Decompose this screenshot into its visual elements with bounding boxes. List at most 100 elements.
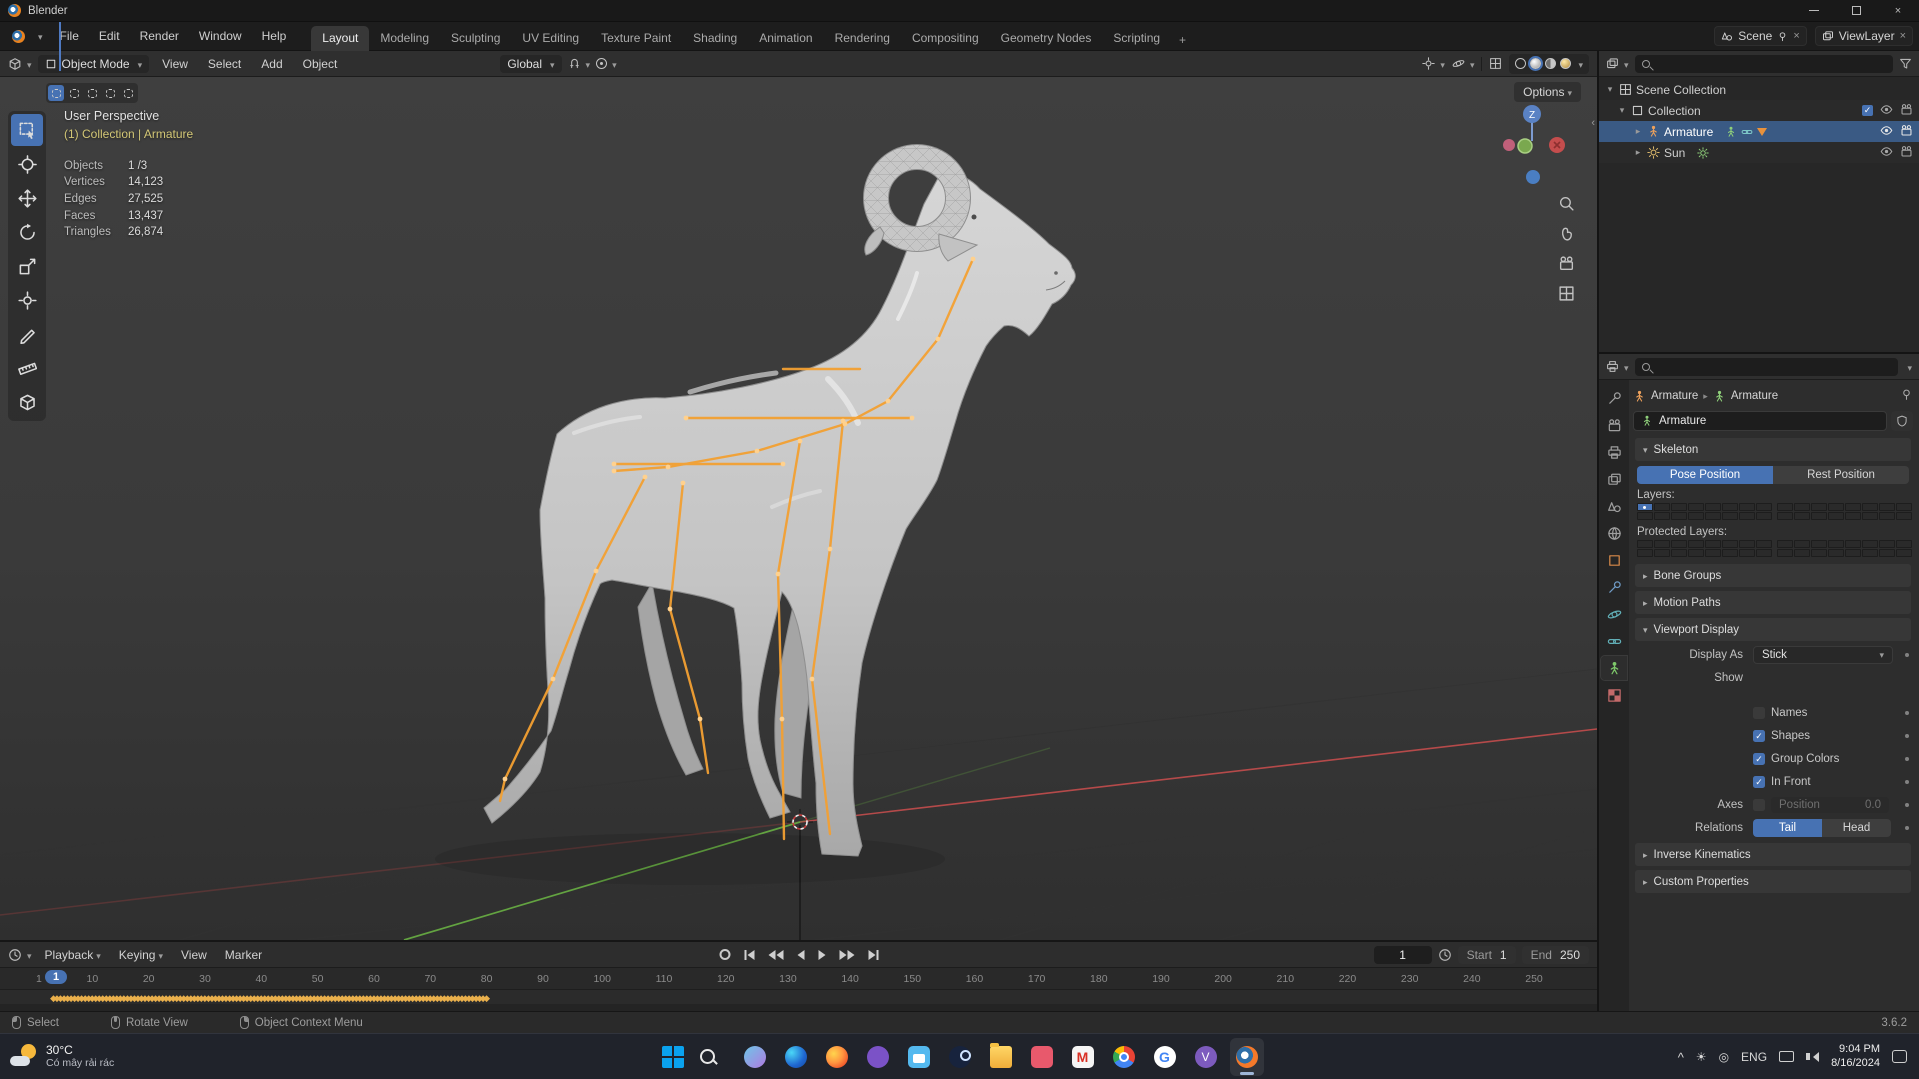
viber-button[interactable]: V <box>1189 1038 1223 1076</box>
timeline-track[interactable]: ◆◆◆◆◆◆◆◆◆◆◆◆◆◆◆◆◆◆◆◆◆◆◆◆◆◆◆◆◆◆◆◆◆◆◆◆◆◆◆◆… <box>0 990 1597 1011</box>
weather-widget[interactable]: 30°C Có mây rải rác <box>0 1043 230 1070</box>
tab-render[interactable] <box>1601 413 1627 437</box>
use-preview-range-icon[interactable] <box>1438 948 1452 962</box>
timeline-editor-type-button[interactable] <box>8 948 32 962</box>
outliner-editor-type-button[interactable] <box>1606 57 1629 71</box>
maximize-button[interactable] <box>1835 0 1877 21</box>
disable-in-render-icon[interactable] <box>1900 124 1913 140</box>
mail-button[interactable] <box>1025 1038 1059 1076</box>
tab-view-layer[interactable] <box>1601 467 1627 491</box>
pan-hand-icon[interactable] <box>1558 225 1575 242</box>
current-frame-field[interactable]: 1 <box>1373 945 1432 964</box>
select-mode-new[interactable] <box>48 85 64 101</box>
hide-in-viewport-icon[interactable] <box>1880 145 1893 161</box>
tool-move[interactable] <box>11 182 43 214</box>
camera-view-icon[interactable] <box>1558 255 1575 272</box>
hidden-icons-button[interactable]: ^ <box>1678 1050 1684 1065</box>
steam-button[interactable] <box>943 1038 977 1076</box>
hide-in-viewport-icon[interactable] <box>1880 124 1893 140</box>
tab-output[interactable] <box>1601 440 1627 464</box>
orbit-ball[interactable] <box>1526 170 1540 184</box>
workspace-tab[interactable]: Texture Paint <box>590 26 682 51</box>
outliner-row-armature[interactable]: ▸ Armature <box>1599 121 1919 142</box>
pin-id-button[interactable] <box>1900 388 1913 404</box>
store-button[interactable] <box>902 1038 936 1076</box>
disable-in-render-icon[interactable] <box>1900 145 1913 161</box>
rendered-shading-button[interactable] <box>1560 58 1572 69</box>
expand-icon[interactable]: ▸ <box>1633 126 1643 137</box>
tab-physics[interactable] <box>1601 602 1627 626</box>
language-indicator[interactable]: ENG <box>1741 1050 1767 1064</box>
file-explorer-button[interactable] <box>984 1038 1018 1076</box>
y-axis-ball[interactable] <box>1517 138 1533 154</box>
pose-position-button[interactable]: Pose Position <box>1637 465 1773 484</box>
wireframe-shading-button[interactable] <box>1515 58 1527 69</box>
breadcrumb-object[interactable]: Armature <box>1651 390 1698 402</box>
chrome-button[interactable] <box>1107 1038 1141 1076</box>
options-button[interactable]: Options <box>1514 82 1581 102</box>
tab-scene[interactable] <box>1601 494 1627 518</box>
tool-cursor[interactable] <box>11 148 43 180</box>
pin-icon[interactable] <box>1777 31 1788 42</box>
menubar-menu[interactable]: Edit <box>90 26 129 46</box>
solid-shading-button[interactable] <box>1528 56 1544 71</box>
notification-center-button[interactable] <box>1892 1050 1907 1063</box>
outliner-row-scene-collection[interactable]: ▾ Scene Collection <box>1599 79 1919 100</box>
expand-icon[interactable]: ▾ <box>1605 84 1615 95</box>
timeline-view-menu[interactable]: View <box>174 945 214 965</box>
proportional-edit-toggle[interactable] <box>596 57 617 71</box>
fake-user-button[interactable] <box>1891 411 1913 431</box>
collapsed-section[interactable]: Bone Groups <box>1635 564 1911 587</box>
workspace-tab[interactable]: Layout <box>311 25 370 51</box>
unlink-scene-icon[interactable]: × <box>1793 30 1799 42</box>
timeline-ruler[interactable]: 1 10 20 30 40 50 60 70 80 90 100 110 120 130 140 150 160… <box>0 968 1597 990</box>
armature-layers-grid[interactable] <box>1633 502 1913 523</box>
tab-tool[interactable] <box>1601 386 1627 410</box>
filter-button[interactable] <box>1899 57 1912 70</box>
transform-orientation-selector[interactable]: Global <box>500 54 562 73</box>
outliner-search-input[interactable] <box>1634 54 1893 73</box>
scene-selector[interactable]: Scene × <box>1714 26 1807 46</box>
snap-toggle[interactable] <box>568 57 591 71</box>
animate-dot[interactable] <box>1905 756 1909 761</box>
workspace-tab[interactable]: Scripting <box>1102 26 1171 51</box>
tail-button[interactable]: Tail <box>1753 818 1822 837</box>
search-button[interactable] <box>697 1038 731 1076</box>
properties-options-button[interactable] <box>1904 360 1912 374</box>
view-menu[interactable]: View <box>155 54 195 74</box>
blender-taskbar-button[interactable] <box>1229 1037 1264 1076</box>
breadcrumb-data[interactable]: Armature <box>1731 390 1778 402</box>
previous-keyframe-button[interactable] <box>766 948 785 962</box>
firefox-button[interactable] <box>820 1038 854 1076</box>
tab-modifiers[interactable] <box>1601 575 1627 599</box>
workspace-tab[interactable]: Shading <box>682 26 748 51</box>
tool-scale[interactable] <box>11 250 43 282</box>
animate-dot[interactable] <box>1905 652 1909 657</box>
tool-measure[interactable] <box>11 352 43 384</box>
next-keyframe-button[interactable] <box>837 948 856 962</box>
animate-dot[interactable] <box>1905 779 1909 784</box>
properties-editor-type-button[interactable] <box>1606 360 1629 374</box>
show-gizmo-toggle[interactable] <box>1422 57 1445 71</box>
workspace-tab[interactable]: Modeling <box>369 26 440 51</box>
disable-in-render-icon[interactable] <box>1900 103 1913 119</box>
axes-checkbox[interactable] <box>1753 798 1765 811</box>
tray-icon-1[interactable]: ☀ <box>1696 1050 1707 1064</box>
x-axis-ball[interactable] <box>1503 139 1515 151</box>
playback-menu[interactable]: Playback <box>38 945 108 965</box>
display-as-dropdown[interactable]: Stick <box>1753 645 1893 664</box>
tab-constraints[interactable] <box>1601 629 1627 653</box>
editor-type-button[interactable] <box>8 57 32 71</box>
protected-layers-grid[interactable] <box>1633 539 1913 560</box>
select-mode-invert[interactable] <box>102 85 118 101</box>
hide-in-viewport-icon[interactable] <box>1880 103 1893 119</box>
volume-icon[interactable] <box>1806 1051 1820 1062</box>
auto-keying-toggle[interactable] <box>717 947 732 962</box>
toggle-grid-icon[interactable] <box>1558 285 1575 302</box>
animate-dot[interactable] <box>1905 825 1909 830</box>
workspace-tab[interactable]: Rendering <box>824 26 901 51</box>
play-button[interactable] <box>816 948 827 962</box>
tool-annotate[interactable] <box>11 318 43 350</box>
clock-widget[interactable]: 9:04 PM 8/16/2024 <box>1831 1043 1880 1071</box>
tab-object[interactable] <box>1601 548 1627 572</box>
